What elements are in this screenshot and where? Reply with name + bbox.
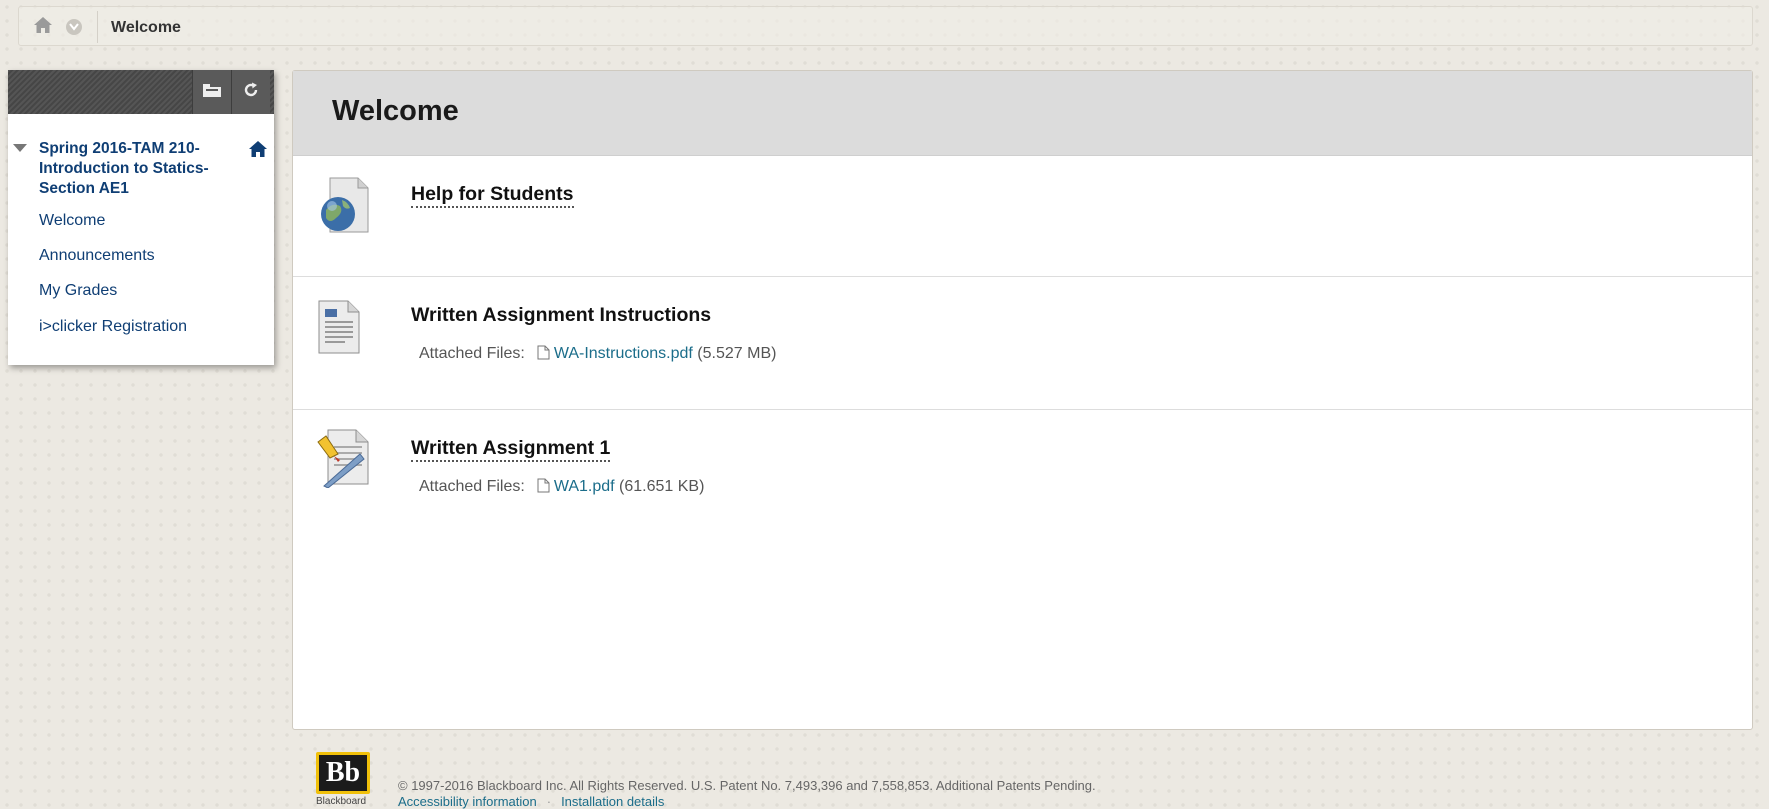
file-size: (61.651 KB) bbox=[619, 478, 705, 495]
course-menu-item-welcome[interactable]: Welcome bbox=[39, 212, 105, 230]
content-item: Help for Students bbox=[293, 156, 1752, 277]
attached-files-label: Attached Files: bbox=[419, 478, 525, 495]
refresh-button[interactable] bbox=[231, 70, 270, 114]
file-icon bbox=[537, 345, 550, 365]
breadcrumb: Welcome bbox=[18, 6, 1753, 46]
attached-files-label: Attached Files: bbox=[419, 345, 525, 362]
content-header: Welcome bbox=[293, 71, 1752, 156]
item-title-help-for-students[interactable]: Help for Students bbox=[411, 183, 574, 208]
course-home-icon[interactable] bbox=[248, 140, 268, 163]
refresh-icon bbox=[243, 82, 259, 103]
assignment-icon bbox=[316, 428, 372, 493]
file-link-wa1[interactable]: WA1.pdf bbox=[554, 478, 615, 495]
document-icon bbox=[316, 299, 362, 360]
blackboard-logo[interactable]: Bb bbox=[316, 752, 370, 794]
copyright-text: © 1997-2016 Blackboard Inc. All Rights R… bbox=[398, 778, 1096, 793]
breadcrumb-divider bbox=[97, 11, 98, 43]
course-menu: Spring 2016-TAM 210-Introduction to Stat… bbox=[8, 70, 274, 365]
course-menu-item-iclicker-registration[interactable]: i>clicker Registration bbox=[39, 318, 187, 336]
course-menu-item-my-grades[interactable]: My Grades bbox=[39, 282, 117, 300]
home-icon[interactable] bbox=[33, 16, 53, 36]
breadcrumb-menu-icon[interactable] bbox=[66, 19, 82, 35]
folder-view-button[interactable] bbox=[192, 70, 231, 114]
course-title[interactable]: Spring 2016-TAM 210-Introduction to Stat… bbox=[39, 139, 239, 199]
file-link-wa-instructions[interactable]: WA-Instructions.pdf bbox=[554, 345, 693, 362]
item-title-written-assignment-1[interactable]: Written Assignment 1 bbox=[411, 437, 611, 462]
folder-icon bbox=[202, 82, 222, 103]
content-item: Written Assignment Instructions Attached… bbox=[293, 277, 1752, 410]
course-menu-header bbox=[8, 70, 274, 114]
collapse-caret-icon[interactable] bbox=[13, 144, 27, 152]
attached-files: Attached Files: WA1.pdf (61.651 KB) bbox=[419, 478, 704, 498]
web-link-icon bbox=[316, 176, 372, 239]
course-menu-item-announcements[interactable]: Announcements bbox=[39, 247, 155, 265]
page-title: Welcome bbox=[332, 95, 459, 127]
attached-files: Attached Files: WA-Instructions.pdf (5.52… bbox=[419, 345, 776, 365]
blackboard-logo-label: Blackboard bbox=[316, 796, 367, 807]
breadcrumb-title: Welcome bbox=[111, 19, 181, 36]
file-size: (5.527 MB) bbox=[697, 345, 777, 362]
content-area: Welcome Help for Students Written Assign… bbox=[292, 70, 1753, 730]
file-icon bbox=[537, 478, 550, 498]
content-item: Written Assignment 1 Attached Files: WA1.… bbox=[293, 410, 1752, 570]
item-title-written-assignment-instructions: Written Assignment Instructions bbox=[411, 304, 712, 326]
